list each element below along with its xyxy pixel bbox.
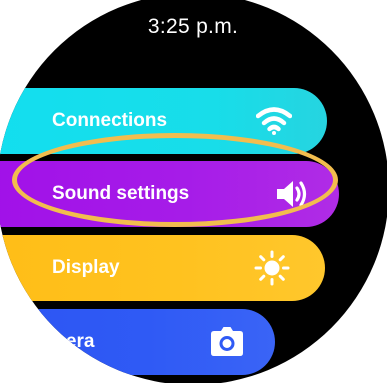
wifi-icon: [256, 103, 292, 139]
menu-item-label: Connections: [52, 110, 168, 131]
brightness-icon: [254, 250, 290, 286]
status-time: 3:25 p.m.: [147, 15, 239, 38]
speaker-icon: [275, 176, 311, 212]
menu-item-camera[interactable]: mera: [0, 309, 275, 375]
menu-item-label: mera: [49, 331, 95, 352]
menu-item-display[interactable]: Display: [0, 235, 325, 301]
menu-item-label: Display: [52, 257, 120, 278]
menu-item-label: Sound settings: [52, 183, 190, 204]
camera-icon: [209, 324, 245, 360]
menu-item-sound-settings[interactable]: Sound settings: [0, 161, 339, 227]
watch-screen: 3:25 p.m. Connections Sound settings Dis…: [0, 0, 387, 383]
menu-item-connections[interactable]: Connections: [0, 88, 327, 154]
watch-face: 3:25 p.m. Connections Sound settings Dis…: [0, 0, 387, 383]
